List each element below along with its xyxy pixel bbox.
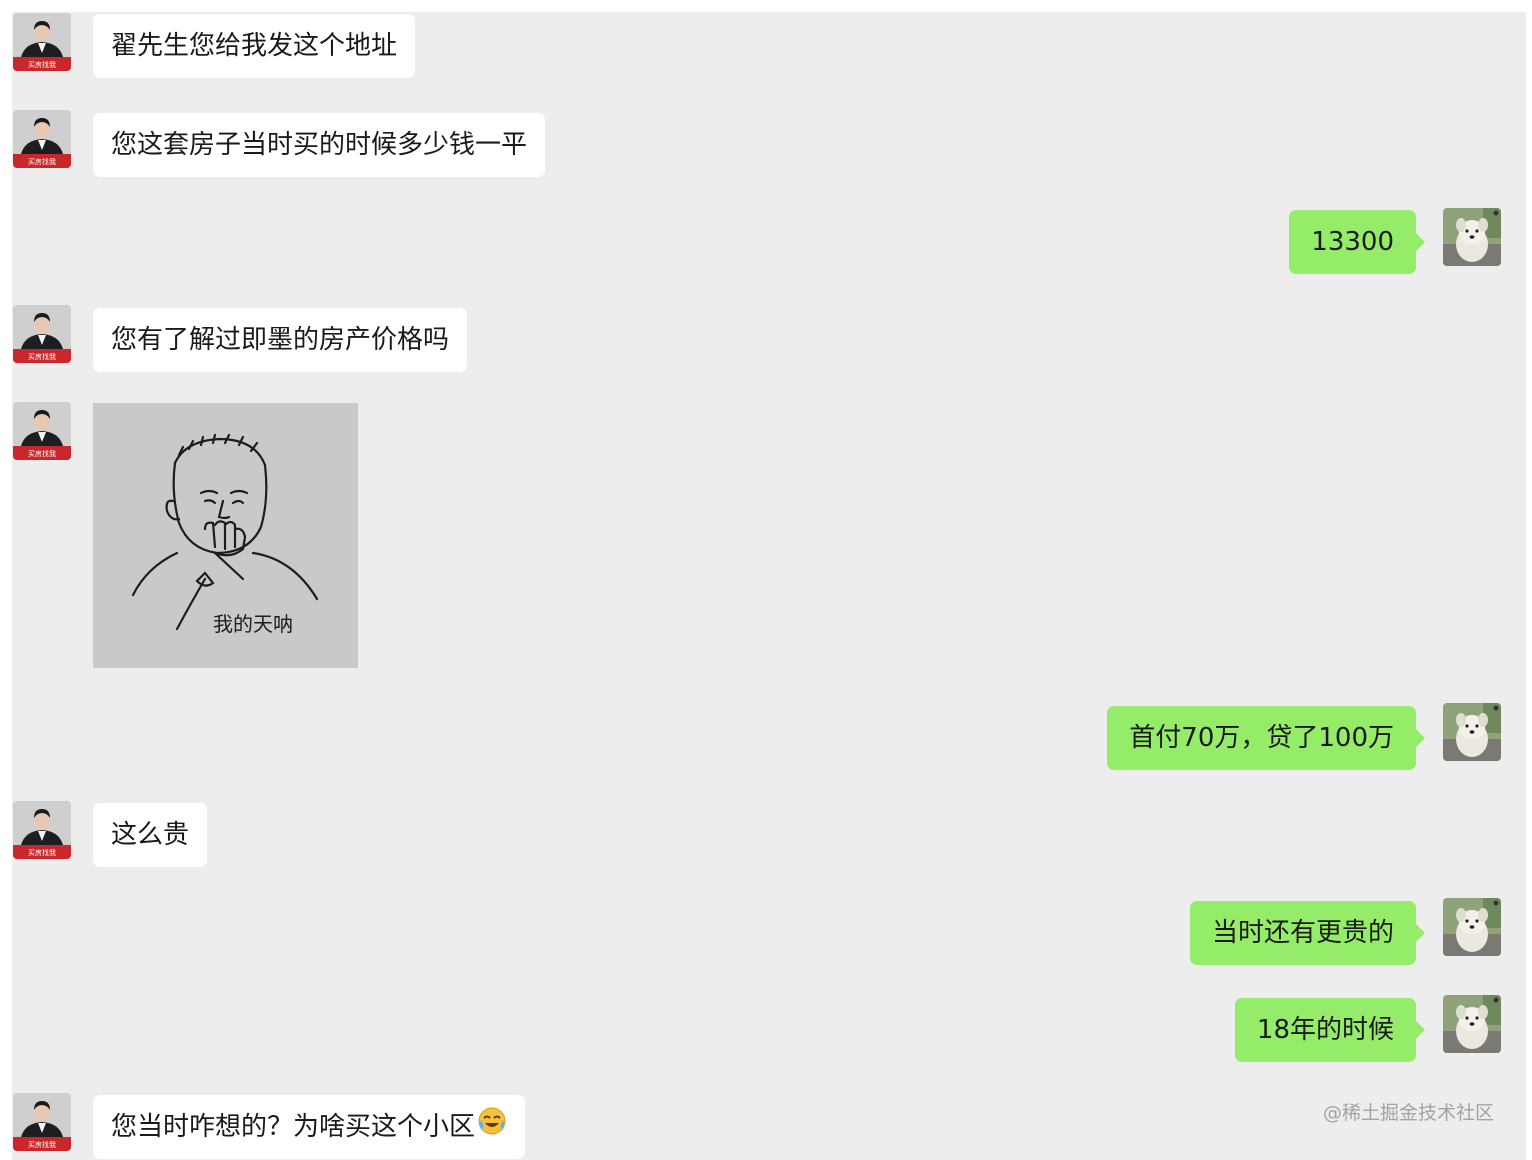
agent-avatar[interactable]: [13, 801, 71, 859]
message-text: 13300: [1311, 227, 1394, 257]
message-text: 您当时咋想的？为啥买这个小区: [111, 1112, 476, 1142]
agent-avatar-icon: [13, 1093, 71, 1151]
watermark: @稀土掘金技术社区: [1322, 1102, 1494, 1124]
agent-avatar-icon: [13, 110, 71, 168]
outgoing-message[interactable]: 13300: [1289, 210, 1425, 274]
message-text: 当时还有更贵的: [1211, 918, 1394, 948]
user-avatar[interactable]: [1443, 995, 1501, 1053]
message-text: 您有了解过即墨的房产价格吗: [111, 325, 450, 355]
chat-area[interactable]: 翟先生您给我发这个地址 您这套房子当时买的时候多少钱一平 13300 您有了解过…: [12, 12, 1526, 1160]
agent-avatar-icon: [13, 305, 71, 363]
sticker-caption: 我的天呐: [213, 612, 293, 636]
message-text: 首付70万，贷了100万: [1129, 723, 1394, 753]
outgoing-message[interactable]: 18年的时候: [1234, 998, 1426, 1062]
laughing-crying-emoji-icon: [477, 1096, 507, 1160]
message-text: 这么贵: [111, 820, 190, 850]
incoming-message[interactable]: 这么贵: [93, 803, 208, 867]
dog-avatar-icon: [1443, 898, 1501, 956]
user-avatar[interactable]: [1443, 898, 1501, 956]
message-text: 您这套房子当时买的时候多少钱一平: [111, 130, 528, 160]
dog-avatar-icon: [1443, 703, 1501, 761]
agent-avatar[interactable]: [13, 402, 71, 460]
message-text: 18年的时候: [1256, 1015, 1394, 1045]
incoming-message[interactable]: 您当时咋想的？为啥买这个小区: [93, 1095, 526, 1160]
outgoing-message[interactable]: 当时还有更贵的: [1189, 901, 1426, 965]
message-text: 翟先生您给我发这个地址: [111, 31, 398, 61]
agent-avatar-icon: [13, 402, 71, 460]
shocked-man-sketch-icon: 我的天呐: [93, 403, 358, 668]
outgoing-message[interactable]: 首付70万，贷了100万: [1107, 706, 1425, 770]
incoming-message[interactable]: 翟先生您给我发这个地址: [93, 14, 416, 78]
sticker-image[interactable]: 我的天呐: [93, 403, 358, 668]
incoming-message[interactable]: 您这套房子当时买的时候多少钱一平: [93, 113, 546, 177]
agent-avatar[interactable]: [13, 305, 71, 363]
dog-avatar-icon: [1443, 208, 1501, 266]
agent-avatar[interactable]: [13, 110, 71, 168]
user-avatar[interactable]: [1443, 208, 1501, 266]
dog-avatar-icon: [1443, 995, 1501, 1053]
agent-avatar[interactable]: [13, 1093, 71, 1151]
agent-avatar-icon: [13, 13, 71, 71]
agent-avatar-icon: [13, 801, 71, 859]
incoming-message[interactable]: 您有了解过即墨的房产价格吗: [93, 308, 468, 372]
agent-avatar[interactable]: [13, 13, 71, 71]
user-avatar[interactable]: [1443, 703, 1501, 761]
